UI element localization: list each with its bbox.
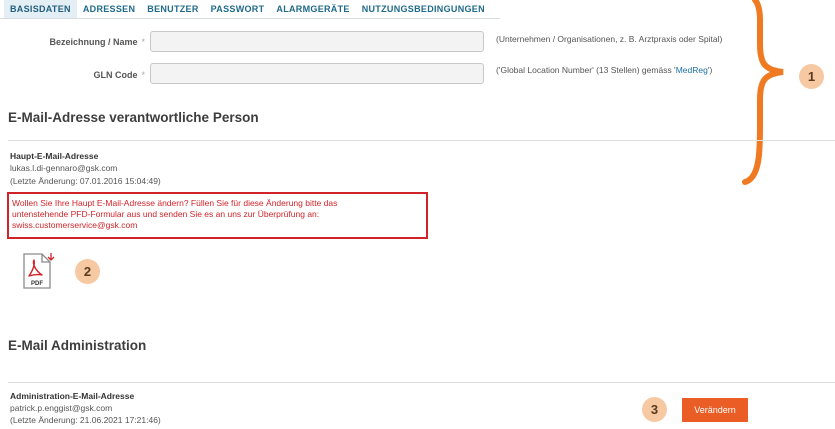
- main-email-value: lukas.l.di-gennaro@gsk.com: [10, 163, 118, 173]
- required-marker: *: [141, 37, 145, 47]
- tab-adressen[interactable]: ADRESSEN: [77, 0, 141, 19]
- name-label: Bezeichnung / Name: [49, 37, 138, 47]
- email-section-title: E-Mail-Adresse verantwortliche Person: [8, 110, 259, 125]
- medreg-link[interactable]: MedReg: [676, 65, 708, 75]
- gln-label: GLN Code: [93, 70, 138, 80]
- pdf-file-icon[interactable]: PDF: [20, 252, 56, 290]
- gln-hint: ('Global Location Number' (13 Stellen) g…: [496, 65, 712, 75]
- change-button[interactable]: Verändern: [682, 398, 748, 422]
- admin-email-changed: (Letzte Änderung: 21.06.2021 17:21:46): [10, 415, 161, 425]
- gln-hint-prefix: ('Global Location Number' (13 Stellen) g…: [496, 65, 676, 75]
- warning-line: untenstehende PFD-Formular aus und sende…: [12, 209, 320, 219]
- main-email-changed: (Letzte Änderung: 07.01.2016 15:04:49): [10, 176, 161, 186]
- warning-line: swiss.customerservice@gsk.com: [12, 220, 138, 230]
- tab-basisdaten[interactable]: BASISDATEN: [4, 0, 77, 19]
- tab-alarmgeraete[interactable]: ALARMGERÄTE: [270, 0, 355, 19]
- required-marker: *: [141, 70, 145, 80]
- section-divider: [8, 140, 835, 141]
- tab-bar: BASISDATEN ADRESSEN BENUTZER PASSWORT AL…: [4, 0, 491, 19]
- name-label-group: Bezeichnung / Name *: [49, 37, 145, 47]
- brace-annotation-icon: [742, 0, 784, 185]
- marker-2: 2: [75, 259, 100, 284]
- main-email-label: Haupt-E-Mail-Adresse: [10, 151, 99, 161]
- marker-3: 3: [642, 397, 667, 422]
- email-change-warning: Wollen Sie Ihre Haupt E-Mail-Adresse änd…: [7, 192, 428, 239]
- name-hint: (Unternehmen / Organisationen, z. B. Arz…: [496, 34, 723, 44]
- admin-email-value: patrick.p.enggist@gsk.com: [10, 403, 113, 413]
- tab-nutzungsbedingungen[interactable]: NUTZUNGSBEDINGUNGEN: [356, 0, 491, 19]
- admin-email-label: Administration-E-Mail-Adresse: [10, 391, 135, 401]
- tab-passwort[interactable]: PASSWORT: [205, 0, 271, 19]
- section-divider: [8, 382, 835, 383]
- tab-divider: [0, 18, 500, 19]
- pdf-text: PDF: [31, 281, 43, 287]
- admin-section-title: E-Mail Administration: [8, 338, 147, 353]
- tab-benutzer[interactable]: BENUTZER: [141, 0, 204, 19]
- gln-hint-suffix: '): [707, 65, 713, 75]
- name-input[interactable]: [150, 31, 484, 52]
- marker-1: 1: [799, 64, 824, 89]
- gln-input[interactable]: [150, 63, 484, 84]
- gln-label-group: GLN Code *: [93, 70, 145, 80]
- warning-line: Wollen Sie Ihre Haupt E-Mail-Adresse änd…: [12, 198, 338, 208]
